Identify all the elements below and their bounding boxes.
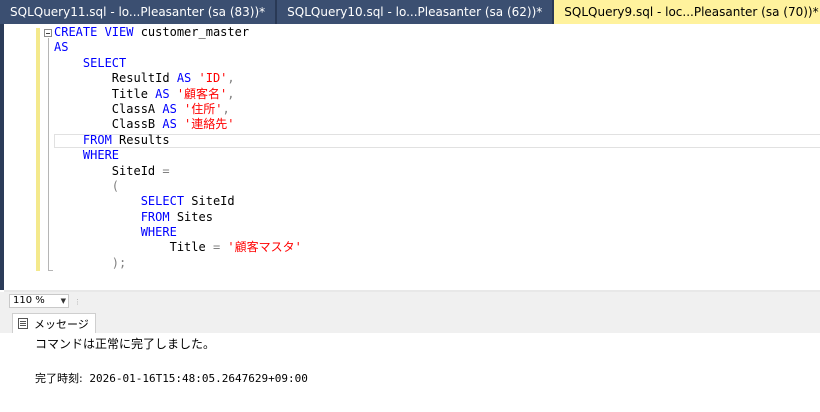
document-tab-bar: SQLQuery11.sql - lo...Pleasanter (sa (83… — [0, 0, 820, 24]
code-token: FROM — [54, 132, 112, 147]
tab-label: SQLQuery10.sql - lo...Pleasanter (sa (62… — [287, 5, 543, 19]
code-token: SELECT — [54, 194, 185, 209]
tab-sqlquery9[interactable]: SQLQuery9.sql - loc...Pleasanter (sa (70… — [554, 0, 820, 24]
code-token: ); — [54, 255, 127, 270]
chevron-down-icon: ▼ — [60, 297, 66, 305]
editor-status-strip: 110 % ▼ ⋮ — [0, 292, 820, 309]
tab-sqlquery11[interactable]: SQLQuery11.sql - lo...Pleasanter (sa (83… — [0, 0, 276, 24]
results-tab-strip: メッセージ — [0, 309, 820, 333]
code-line[interactable]: ClassB AS '連絡先' — [54, 117, 302, 132]
code-line[interactable]: WHERE — [54, 225, 302, 240]
code-line[interactable]: SELECT — [54, 56, 302, 71]
zoom-value: 110 % — [13, 295, 45, 306]
code-token: WHERE — [54, 148, 120, 163]
code-token: = — [162, 163, 170, 178]
code-line[interactable]: FROM Results — [54, 133, 302, 148]
changed-lines-margin — [36, 28, 40, 271]
code-line[interactable]: AS — [54, 40, 302, 55]
code-line[interactable]: WHERE — [54, 148, 302, 163]
messages-icon — [18, 318, 28, 329]
sql-code[interactable]: CREATE VIEW customer_master AS SELECT Res… — [54, 25, 302, 271]
code-token: WHERE — [54, 225, 177, 240]
code-line[interactable]: FROM Sites — [54, 210, 302, 225]
tab-sqlquery10[interactable]: SQLQuery10.sql - lo...Pleasanter (sa (62… — [277, 0, 553, 24]
code-token: AS — [155, 86, 170, 101]
code-token: ( — [54, 178, 120, 193]
completion-time-label: 完了時刻: — [35, 372, 83, 385]
tab-label: SQLQuery11.sql - lo...Pleasanter (sa (83… — [10, 5, 266, 19]
code-line[interactable]: SELECT SiteId — [54, 194, 302, 209]
completion-time-value: 2026-01-16T15:48:05.2647629+09:00 — [82, 372, 308, 385]
tab-label: SQLQuery9.sql - loc...Pleasanter (sa (70… — [564, 5, 819, 19]
code-token: AS — [176, 71, 192, 86]
code-token: Results — [111, 132, 170, 147]
code-token: Title — [54, 86, 156, 101]
code-token: ClassB — [54, 117, 163, 132]
code-token: AS — [162, 117, 177, 132]
code-token: SiteId — [54, 163, 163, 178]
code-line[interactable]: Title AS '顧客名', — [54, 87, 302, 102]
code-token: , — [222, 101, 230, 116]
code-token: '顧客マスタ' — [220, 240, 302, 255]
code-token: '顧客名' — [169, 86, 228, 101]
messages-tab-label: メッセージ — [34, 317, 89, 331]
code-line[interactable]: ); — [54, 256, 302, 271]
outline-guide-end — [48, 270, 53, 271]
code-token: AS — [162, 101, 177, 116]
query-editor[interactable]: CREATE VIEW customer_master AS SELECT Res… — [0, 24, 820, 290]
code-token: customer_master — [133, 25, 250, 39]
code-token: '連絡先' — [176, 117, 235, 132]
code-token: '住所' — [176, 101, 223, 116]
collapse-icon[interactable] — [44, 29, 52, 37]
code-token: Sites — [169, 209, 213, 224]
code-token: , — [227, 86, 235, 101]
code-token: AS — [54, 40, 69, 55]
code-line[interactable]: ResultId AS 'ID', — [54, 71, 302, 86]
code-token: 'ID' — [191, 71, 228, 86]
results-pane: メッセージ コマンドは正常に完了しました。 完了時刻: 2026-01-16T1… — [0, 309, 820, 412]
code-token: ResultId — [54, 71, 177, 86]
code-token: ClassA — [54, 101, 163, 116]
code-line[interactable]: Title = '顧客マスタ' — [54, 240, 302, 255]
code-token: SELECT — [54, 55, 127, 70]
code-line[interactable]: SiteId = — [54, 164, 302, 179]
outline-guide — [48, 38, 49, 270]
code-token: CREATE VIEW — [54, 25, 134, 39]
result-message: コマンドは正常に完了しました。 — [35, 337, 216, 351]
code-line[interactable]: ClassA AS '住所', — [54, 102, 302, 117]
tab-messages[interactable]: メッセージ — [12, 313, 96, 333]
code-line[interactable]: ( — [54, 179, 302, 194]
code-token: Title — [54, 240, 213, 255]
code-token: SiteId — [184, 194, 235, 209]
code-token: , — [227, 71, 235, 86]
scroll-grip-icon: ⋮ — [74, 298, 81, 306]
completion-time-line: 完了時刻: 2026-01-16T15:48:05.2647629+09:00 — [35, 370, 308, 386]
code-token: FROM — [54, 209, 170, 224]
horizontal-scrollbar[interactable]: ⋮ — [74, 294, 820, 308]
zoom-dropdown[interactable]: 110 % ▼ — [9, 294, 69, 308]
code-line[interactable]: CREATE VIEW customer_master — [54, 25, 302, 40]
